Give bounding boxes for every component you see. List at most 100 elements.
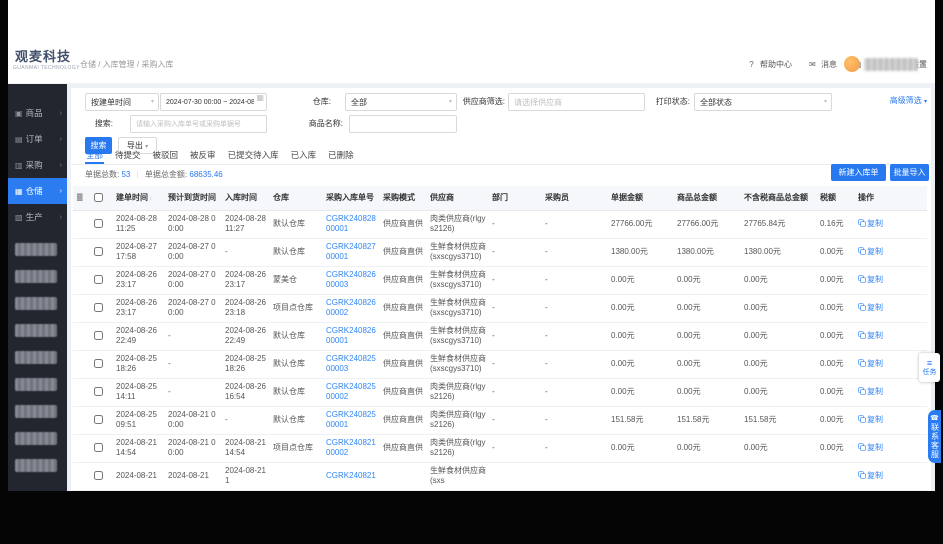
sidebar-item-redacted[interactable] — [8, 425, 67, 452]
column-header[interactable]: 建单时间↕ — [113, 186, 165, 210]
warehouse-value: 全部 — [351, 97, 367, 108]
user-menu[interactable]: ▾ — [844, 56, 925, 72]
cell-purchase-mode — [380, 462, 427, 490]
row-checkbox[interactable] — [94, 387, 103, 396]
copy-action[interactable]: 复制 — [855, 378, 927, 406]
cell-supplier: 肉类供应商(rlgys2126) — [427, 434, 489, 462]
top-action[interactable]: ✉ 消息 — [807, 59, 837, 70]
column-header[interactable]: 部门 — [489, 186, 542, 210]
contact-service-widget[interactable]: ☎ 联系客服 — [928, 410, 941, 463]
copy-action[interactable]: 复制 — [855, 406, 927, 434]
order-number-link[interactable]: CGRK24082600002 — [323, 294, 380, 322]
cell-inbound-time: 2024-08-21 14:54 — [222, 434, 270, 462]
copy-label: 复制 — [867, 359, 883, 368]
column-header[interactable]: 不含税商品总金额 — [741, 186, 817, 210]
top-action[interactable]: ? 帮助中心 — [746, 59, 792, 70]
create-inbound-button[interactable]: 新建入库单 — [831, 164, 886, 181]
column-settings-icon[interactable]: ≣ — [76, 192, 84, 202]
column-header[interactable]: 供应商 — [427, 186, 489, 210]
status-tab[interactable]: 已入库 — [290, 146, 318, 164]
sidebar-item-redacted[interactable] — [8, 317, 67, 344]
order-number-link[interactable]: CGRK24082500002 — [323, 378, 380, 406]
row-select-cell — [91, 350, 113, 378]
batch-import-button[interactable]: 批量导入 — [890, 164, 929, 181]
column-header[interactable]: 入库时间 — [222, 186, 270, 210]
inbound-table: ≣ 建单时间↕ 预计到货时间 入库时间 仓库 — [73, 186, 927, 491]
row-checkbox[interactable] — [94, 331, 103, 340]
copy-icon — [858, 387, 866, 395]
supplier-filter-input[interactable] — [508, 93, 645, 111]
sidebar-item[interactable]: ▧ 生产 › — [8, 204, 67, 230]
sidebar-item[interactable]: ▤ 订单 › — [8, 126, 67, 152]
row-checkbox[interactable] — [94, 443, 103, 452]
advanced-filter-link[interactable]: 高级筛选 ▾ — [890, 95, 927, 106]
row-checkbox[interactable] — [94, 219, 103, 228]
column-header[interactable]: 税额 — [817, 186, 855, 210]
sidebar-item-redacted[interactable] — [8, 290, 67, 317]
column-header[interactable]: 预计到货时间 — [165, 186, 222, 210]
column-header[interactable]: 采购入库单号 — [323, 186, 380, 210]
print-status-select[interactable]: 全部状态 ▾ — [694, 93, 832, 111]
order-number-link[interactable]: CGRK24082500001 — [323, 406, 380, 434]
column-header[interactable]: 操作 — [855, 186, 927, 210]
cell-department: - — [489, 238, 542, 266]
sidebar-item-redacted[interactable] — [8, 452, 67, 479]
sidebar-item-redacted[interactable] — [8, 371, 67, 398]
order-number-link[interactable]: CGRK240821 — [323, 462, 380, 490]
copy-action[interactable]: 复制 — [855, 322, 927, 350]
row-checkbox[interactable] — [94, 247, 103, 256]
status-tab[interactable]: 被反审 — [189, 146, 217, 164]
sidebar-item-redacted[interactable] — [8, 263, 67, 290]
total-amount-value: 68635.46 — [189, 170, 222, 179]
column-header[interactable]: 采购模式 — [380, 186, 427, 210]
order-number-link[interactable]: CGRK24082800001 — [323, 210, 380, 238]
copy-action[interactable]: 复制 — [855, 210, 927, 238]
cell-buyer: - — [542, 210, 608, 238]
copy-action[interactable]: 复制 — [855, 238, 927, 266]
order-number-link[interactable]: CGRK24082600003 — [323, 266, 380, 294]
select-all-checkbox[interactable] — [94, 193, 103, 202]
order-number-link[interactable]: CGRK24082500003 — [323, 350, 380, 378]
status-tab[interactable]: 已删除 — [327, 146, 355, 164]
date-range-input[interactable] — [160, 93, 267, 111]
status-tab-label: 全部 — [86, 150, 103, 160]
sidebar-item[interactable]: ▦ 仓储 › — [8, 178, 67, 204]
column-header[interactable]: 仓库 — [270, 186, 323, 210]
copy-action[interactable]: 复制 — [855, 434, 927, 462]
row-checkbox[interactable] — [94, 471, 103, 480]
status-tab[interactable]: 被驳回 — [152, 146, 180, 164]
column-header[interactable]: 商品总金额 — [674, 186, 741, 210]
copy-action[interactable]: 复制 — [855, 462, 927, 490]
status-tab[interactable]: 已提交待入库 — [227, 146, 280, 164]
sidebar-item[interactable]: ▣ 商品 › — [8, 100, 67, 126]
column-header-label: 操作 — [858, 193, 874, 202]
sidebar-item-redacted[interactable] — [8, 398, 67, 425]
copy-action[interactable]: 复制 — [855, 350, 927, 378]
order-search-input[interactable] — [130, 115, 267, 133]
order-number-link[interactable]: CGRK24082100002 — [323, 434, 380, 462]
row-checkbox[interactable] — [94, 275, 103, 284]
column-header[interactable]: 采购员 — [542, 186, 608, 210]
row-checkbox[interactable] — [94, 303, 103, 312]
content-card: 按建单时间 ▾ ▦ 仓库: 全部 ▾ 供应商筛选: 打印状态: 全部状态 ▾ — [71, 88, 931, 491]
sidebar-item-redacted[interactable] — [8, 236, 67, 263]
product-name-input[interactable] — [349, 115, 457, 133]
column-header-label: 单据金额 — [611, 193, 643, 202]
row-spacer-cell — [73, 406, 91, 434]
warehouse-select[interactable]: 全部 ▾ — [345, 93, 457, 111]
sidebar-item[interactable]: ▥ 采购 › — [8, 152, 67, 178]
order-number-link[interactable]: CGRK24082600001 — [323, 322, 380, 350]
order-number-link[interactable]: CGRK24082700001 — [323, 238, 380, 266]
column-header[interactable]: 单据金额 — [608, 186, 674, 210]
copy-action[interactable]: 复制 — [855, 294, 927, 322]
status-tab[interactable]: 全部 — [85, 146, 104, 164]
status-tab[interactable]: 待提交 — [114, 146, 142, 164]
row-checkbox[interactable] — [94, 415, 103, 424]
task-widget[interactable]: ≡ 任务 — [919, 353, 940, 382]
sidebar-item-redacted[interactable] — [8, 344, 67, 371]
redacted-label — [15, 270, 57, 283]
row-checkbox[interactable] — [94, 359, 103, 368]
copy-action[interactable]: 复制 — [855, 266, 927, 294]
time-type-select[interactable]: 按建单时间 ▾ — [85, 93, 159, 111]
user-name-redacted — [864, 58, 918, 71]
